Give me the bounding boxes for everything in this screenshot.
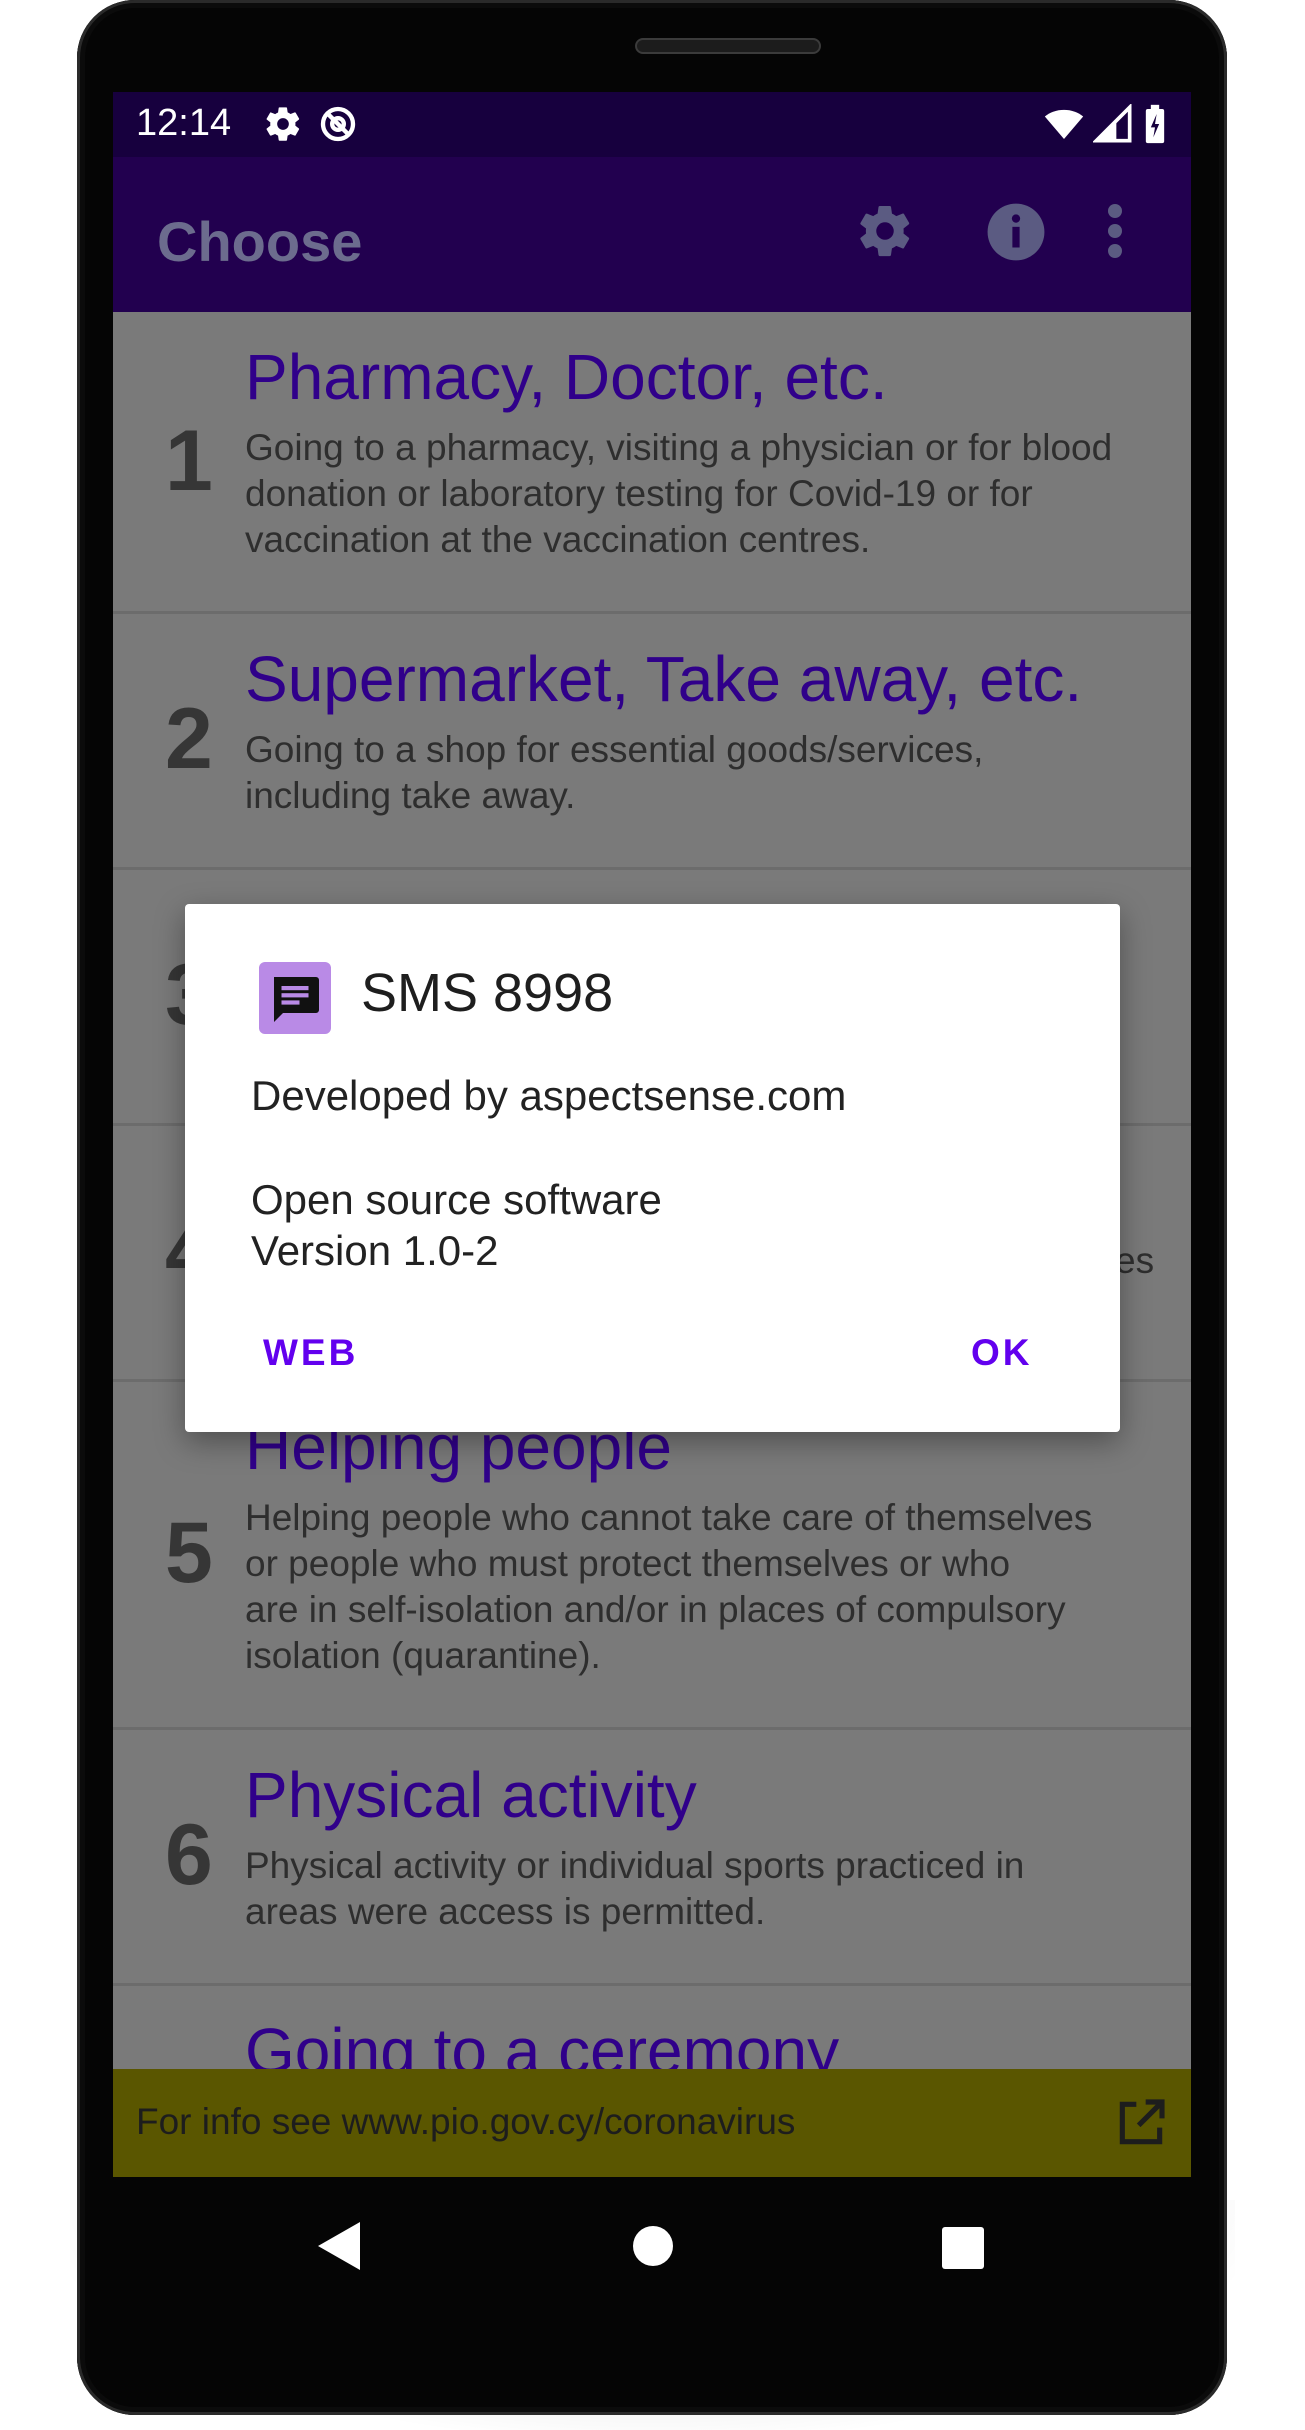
list-item[interactable]: 1 Pharmacy, Doctor, etc. Going to a phar… [113, 312, 1191, 614]
open-in-new-icon[interactable] [1113, 2095, 1169, 2156]
item-description: Physical activity or individual sports p… [245, 1845, 1025, 1932]
settings-icon[interactable] [855, 201, 915, 266]
web-button[interactable]: WEB [263, 1332, 358, 1374]
list-item[interactable]: 6 Physical activity Physical activity or… [113, 1730, 1191, 1986]
item-number: 1 [165, 413, 213, 509]
back-icon[interactable] [318, 2222, 360, 2275]
info-bar[interactable]: For info see www.pio.gov.cy/coronavirus [113, 2069, 1191, 2177]
dialog-title: SMS 8998 [361, 963, 614, 1023]
info-icon[interactable] [985, 201, 1047, 268]
item-number: 6 [165, 1807, 213, 1903]
version-text: Version 1.0-2 [251, 1227, 499, 1274]
battery-icon [1143, 104, 1167, 149]
item-description: Helping people who cannot take care of t… [245, 1497, 1093, 1676]
item-title: Pharmacy, Doctor, etc. [245, 341, 888, 413]
speaker-grille [635, 38, 821, 54]
app-bar: Choose [113, 157, 1191, 312]
settings-icon [263, 104, 303, 149]
item-description: Going to a shop for essential goods/serv… [245, 729, 984, 816]
about-dialog: SMS 8998 Developed by aspectsense.com Op… [185, 904, 1120, 1432]
recents-icon[interactable] [942, 2227, 984, 2274]
message-icon [259, 962, 331, 1034]
status-time: 12:14 [136, 102, 232, 144]
info-text: For info see www.pio.gov.cy/coronavirus [136, 2101, 796, 2142]
item-title: Supermarket, Take away, etc. [245, 643, 1083, 715]
list-item[interactable]: 2 Supermarket, Take away, etc. Going to … [113, 614, 1191, 870]
item-description: Going to a pharmacy, visiting a physicia… [245, 427, 1113, 560]
item-title: Physical activity [245, 1759, 697, 1831]
list-item[interactable]: 5 Helping people Helping people who cann… [113, 1382, 1191, 1730]
license-text: Open source software [251, 1176, 662, 1223]
item-number: 5 [165, 1505, 213, 1601]
sync-icon [318, 104, 358, 149]
item-description: es [1115, 1240, 1155, 1281]
app-title: Choose [157, 210, 363, 273]
more-vert-icon[interactable] [1105, 201, 1125, 266]
wifi-icon [1043, 104, 1085, 149]
item-number: 2 [165, 691, 213, 787]
home-icon[interactable] [632, 2225, 674, 2272]
status-bar: 12:14 [113, 92, 1191, 157]
signal-icon [1091, 102, 1133, 149]
ok-button[interactable]: OK [971, 1332, 1033, 1374]
developer-text: Developed by aspectsense.com [251, 1072, 847, 1119]
